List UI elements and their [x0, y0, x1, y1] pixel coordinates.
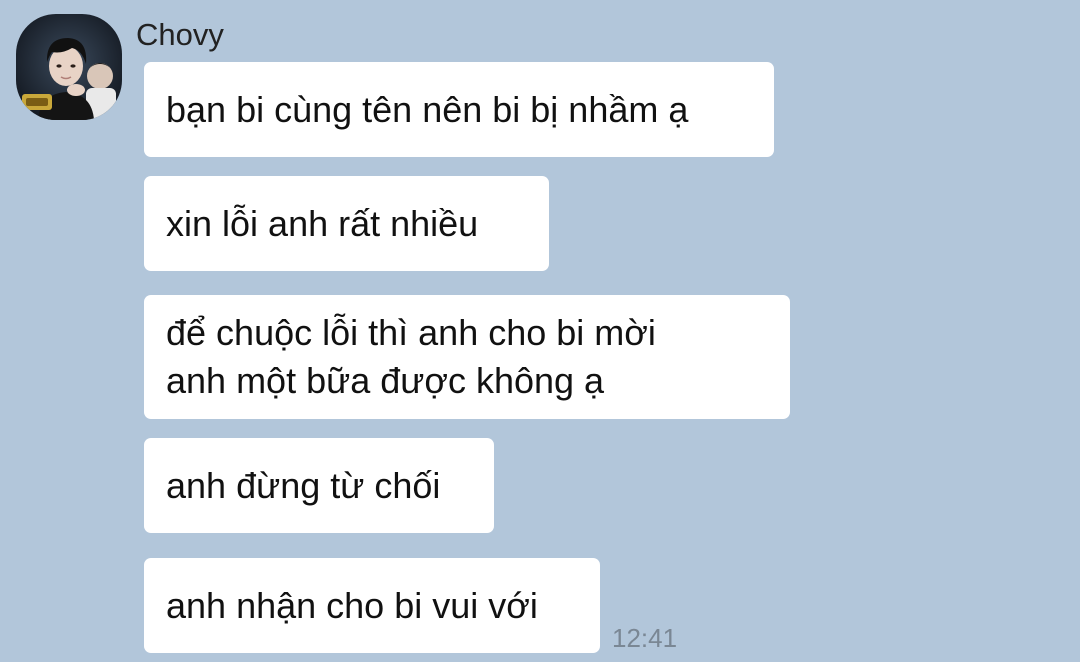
avatar[interactable]: [16, 14, 122, 120]
message-bubble[interactable]: anh đừng từ chối: [144, 438, 494, 533]
sender-name: Chovy: [136, 17, 224, 52]
message-bubble[interactable]: bạn bi cùng tên nên bi bị nhầm ạ: [144, 62, 774, 157]
message-text: anh nhận cho bi vui với: [166, 584, 538, 626]
message-timestamp: 12:41: [612, 623, 678, 653]
message-text: để chuộc lỗi thì anh cho bi mời anh một …: [166, 312, 656, 401]
message-bubble[interactable]: xin lỗi anh rất nhiều: [144, 176, 549, 271]
message-bubble[interactable]: anh nhận cho bi vui với: [144, 558, 600, 653]
message-text: anh đừng từ chối: [166, 464, 441, 506]
profile-photo-icon: [16, 14, 122, 120]
message-text: xin lỗi anh rất nhiều: [166, 202, 479, 244]
message-text: bạn bi cùng tên nên bi bị nhầm ạ: [166, 88, 689, 130]
message-bubble[interactable]: để chuộc lỗi thì anh cho bi mời anh một …: [144, 295, 790, 419]
